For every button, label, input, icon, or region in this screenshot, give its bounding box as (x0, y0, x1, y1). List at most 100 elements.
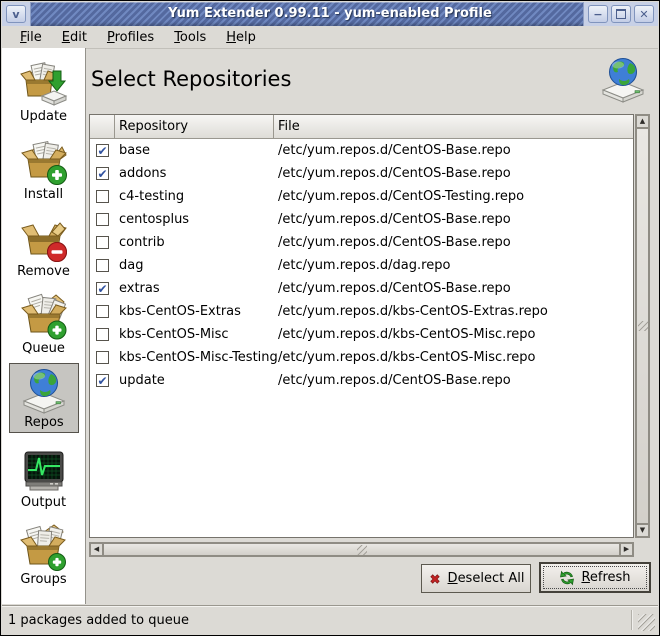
resize-grip[interactable] (638, 614, 655, 631)
menu-profiles[interactable]: Profiles (97, 28, 164, 47)
horizontal-scrollbar[interactable]: ◀ ▶ (89, 542, 634, 557)
repo-table: Repository File ✔ base /etc/yum.repos.d/… (89, 114, 634, 538)
column-header-file[interactable]: File (274, 115, 633, 139)
table-row[interactable]: ✔ extras /etc/yum.repos.d/CentOS-Base.re… (90, 277, 633, 300)
repo-file: /etc/yum.repos.d/CentOS-Base.repo (274, 235, 633, 250)
sidebar: Update Install (2, 48, 86, 604)
window-menu-area: v (2, 2, 31, 26)
repo-file: /etc/yum.repos.d/CentOS-Base.repo (274, 212, 633, 227)
deselect-all-label: Deselect All (448, 571, 525, 586)
maximize-icon (616, 9, 626, 19)
sidebar-item-label: Install (2, 187, 85, 202)
update-box-icon (20, 61, 68, 109)
repo-file: /etc/yum.repos.d/dag.repo (274, 258, 633, 273)
repo-file: /etc/yum.repos.d/kbs-CentOS-Misc.repo (274, 327, 633, 342)
repo-file: /etc/yum.repos.d/kbs-CentOS-Extras.repo (274, 304, 633, 319)
window-menu-button[interactable]: v (6, 5, 26, 23)
repo-checkbox[interactable] (96, 236, 109, 249)
scrollbar-grip (357, 545, 367, 555)
table-row[interactable]: c4-testing /etc/yum.repos.d/CentOS-Testi… (90, 185, 633, 208)
scroll-left-icon[interactable]: ◀ (90, 543, 103, 556)
table-row[interactable]: kbs-CentOS-Misc /etc/yum.repos.d/kbs-Cen… (90, 323, 633, 346)
close-icon: ✕ (639, 9, 648, 20)
repo-checkbox[interactable] (96, 190, 109, 203)
menu-edit[interactable]: Edit (52, 28, 97, 47)
repo-table-header: Repository File (90, 115, 633, 139)
repo-name: centosplus (115, 212, 274, 227)
window-controls: − ✕ (583, 2, 658, 26)
menu-file[interactable]: File (10, 28, 52, 47)
sidebar-item-install[interactable]: Install (2, 139, 85, 202)
repo-globe-icon (20, 367, 68, 415)
table-row[interactable]: ✔ update /etc/yum.repos.d/CentOS-Base.re… (90, 369, 633, 392)
sidebar-item-update[interactable]: Update (2, 61, 85, 124)
app-window: Yum Extender 0.99.11 - yum-enabled Profi… (0, 0, 660, 636)
repo-name: extras (115, 281, 274, 296)
menubar: File Edit Profiles Tools Help (2, 26, 658, 49)
repo-checkbox[interactable] (96, 259, 109, 272)
table-row[interactable]: dag /etc/yum.repos.d/dag.repo (90, 254, 633, 277)
repo-name: update (115, 373, 274, 388)
sidebar-item-label: Repos (10, 415, 78, 430)
repo-name: base (115, 143, 274, 158)
table-row[interactable]: centosplus /etc/yum.repos.d/CentOS-Base.… (90, 208, 633, 231)
repo-file: /etc/yum.repos.d/CentOS-Testing.repo (274, 189, 633, 204)
repo-checkbox[interactable]: ✔ (96, 282, 109, 295)
repo-checkbox[interactable] (96, 328, 109, 341)
table-row[interactable]: kbs-CentOS-Misc-Testing /etc/yum.repos.d… (90, 346, 633, 369)
minimize-button[interactable]: − (588, 5, 608, 23)
output-monitor-icon (20, 447, 68, 495)
repo-name: c4-testing (115, 189, 274, 204)
scroll-right-icon[interactable]: ▶ (620, 543, 633, 556)
repo-checkbox[interactable]: ✔ (96, 144, 109, 157)
menu-help[interactable]: Help (216, 28, 266, 47)
repo-checkbox[interactable] (96, 213, 109, 226)
refresh-icon (559, 570, 575, 586)
sidebar-item-repos[interactable]: Repos (9, 363, 79, 433)
window-menu-icon: v (12, 9, 19, 20)
horizontal-scrollbar-thumb[interactable] (103, 543, 620, 556)
sidebar-item-queue[interactable]: Queue (2, 293, 85, 356)
sidebar-item-label: Remove (2, 264, 85, 279)
repo-name: kbs-CentOS-Misc-Testing (115, 350, 274, 365)
sidebar-item-label: Groups (2, 572, 85, 587)
repo-file: /etc/yum.repos.d/kbs-CentOS-Misc.repo (274, 350, 633, 365)
statusbar-divider (631, 610, 632, 630)
sidebar-item-output[interactable]: Output (2, 447, 85, 510)
statusbar-text: 1 packages added to queue (8, 613, 189, 628)
table-row[interactable]: contrib /etc/yum.repos.d/CentOS-Base.rep… (90, 231, 633, 254)
queue-box-icon (20, 293, 68, 341)
scroll-up-icon[interactable]: ▲ (636, 115, 649, 128)
remove-box-icon (20, 216, 68, 264)
sidebar-item-label: Update (2, 109, 85, 124)
close-button[interactable]: ✕ (634, 5, 654, 23)
vertical-scrollbar-thumb[interactable] (636, 128, 649, 524)
repo-checkbox[interactable] (96, 351, 109, 364)
repo-checkbox[interactable]: ✔ (96, 374, 109, 387)
titlebar[interactable]: Yum Extender 0.99.11 - yum-enabled Profi… (2, 2, 658, 27)
repo-file: /etc/yum.repos.d/CentOS-Base.repo (274, 166, 633, 181)
repo-name: addons (115, 166, 274, 181)
scroll-down-icon[interactable]: ▼ (636, 524, 649, 537)
refresh-button[interactable]: Refresh (539, 562, 651, 593)
maximize-button[interactable] (611, 5, 631, 23)
repo-name: contrib (115, 235, 274, 250)
groups-box-icon (20, 524, 68, 572)
repo-globe-icon (599, 56, 647, 108)
repo-checkbox[interactable] (96, 305, 109, 318)
minimize-icon: − (593, 9, 602, 20)
column-header-checkbox[interactable] (90, 115, 115, 139)
repo-table-body: ✔ base /etc/yum.repos.d/CentOS-Base.repo… (90, 139, 633, 392)
repo-name: kbs-CentOS-Misc (115, 327, 274, 342)
sidebar-item-remove[interactable]: Remove (2, 216, 85, 279)
deselect-all-button[interactable]: Deselect All (421, 564, 531, 593)
table-row[interactable]: ✔ base /etc/yum.repos.d/CentOS-Base.repo (90, 139, 633, 162)
repo-checkbox[interactable]: ✔ (96, 167, 109, 180)
table-row[interactable]: ✔ addons /etc/yum.repos.d/CentOS-Base.re… (90, 162, 633, 185)
sidebar-item-groups[interactable]: Groups (2, 524, 85, 587)
menu-tools[interactable]: Tools (164, 28, 216, 47)
refresh-label: Refresh (581, 570, 630, 585)
column-header-repository[interactable]: Repository (115, 115, 274, 139)
vertical-scrollbar[interactable]: ▲ ▼ (635, 114, 650, 538)
table-row[interactable]: kbs-CentOS-Extras /etc/yum.repos.d/kbs-C… (90, 300, 633, 323)
